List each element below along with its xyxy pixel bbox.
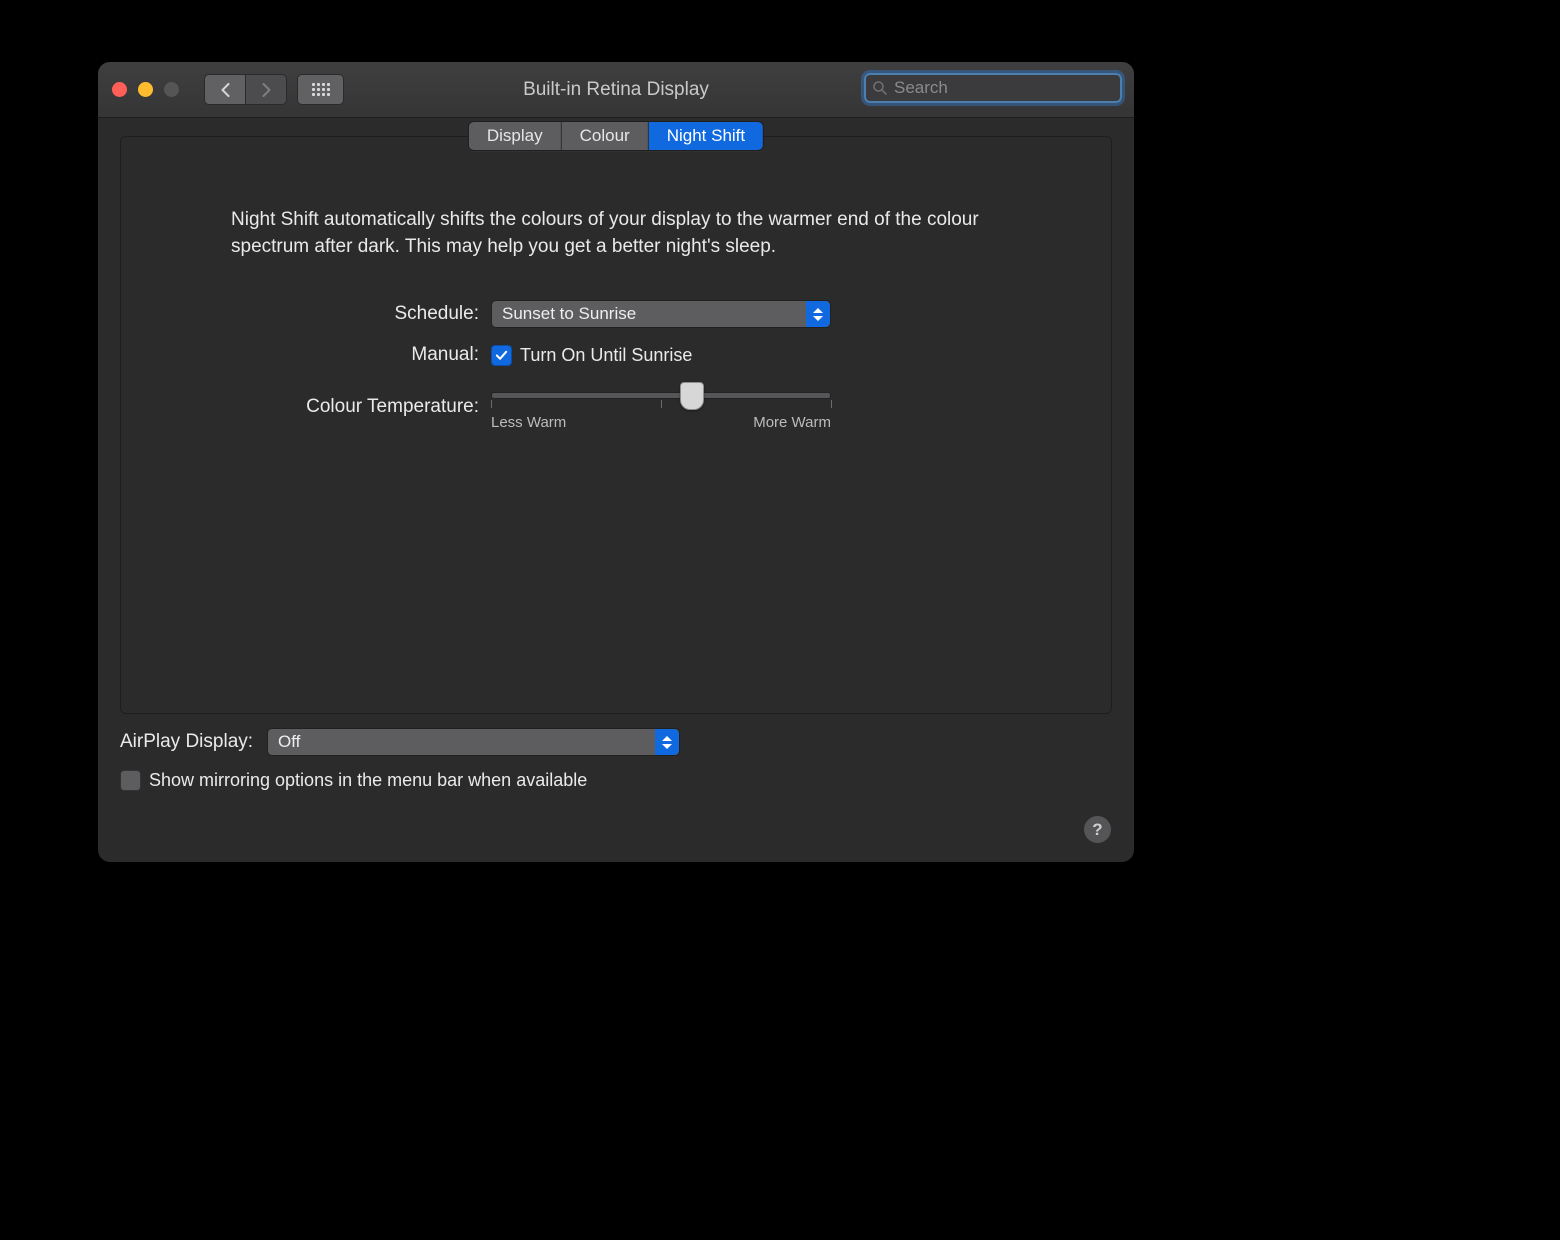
apps-grid-icon [312, 83, 330, 96]
schedule-value: Sunset to Sunrise [502, 304, 636, 324]
checkmark-icon [495, 349, 508, 362]
close-window-button[interactable] [112, 82, 127, 97]
airplay-value: Off [278, 732, 300, 752]
slider-tick [491, 400, 492, 408]
updown-icon [806, 301, 830, 327]
night-shift-description: Night Shift automatically shifts the col… [221, 207, 1011, 260]
minimize-window-button[interactable] [138, 82, 153, 97]
airplay-select[interactable]: Off [267, 728, 680, 756]
schedule-select[interactable]: Sunset to Sunrise [491, 300, 831, 328]
manual-checkbox[interactable] [491, 345, 512, 366]
nav-buttons [204, 74, 287, 105]
temperature-slider[interactable] [491, 382, 831, 408]
chevron-left-icon [220, 83, 231, 97]
chevron-right-icon [261, 83, 272, 97]
preferences-window: Built-in Retina Display Display Colour N… [98, 62, 1134, 862]
tab-bar: Display Colour Night Shift [468, 121, 764, 151]
help-icon: ? [1092, 820, 1102, 840]
tab-display[interactable]: Display [469, 122, 562, 150]
slider-min-label: Less Warm [491, 414, 566, 431]
slider-labels: Less Warm More Warm [491, 414, 831, 431]
content-area: Display Colour Night Shift Night Shift a… [98, 118, 1134, 805]
window-controls [112, 82, 179, 97]
zoom-window-button [164, 82, 179, 97]
help-button[interactable]: ? [1083, 815, 1112, 844]
mirroring-checkbox-label: Show mirroring options in the menu bar w… [149, 770, 587, 791]
tab-night-shift[interactable]: Night Shift [649, 122, 763, 150]
footer: AirPlay Display: Off Show mirroring opti… [120, 728, 1112, 791]
mirroring-checkbox[interactable] [120, 770, 141, 791]
updown-icon [655, 729, 679, 755]
manual-checkbox-label: Turn On Until Sunrise [520, 345, 692, 366]
back-button[interactable] [204, 74, 246, 105]
forward-button[interactable] [246, 74, 287, 105]
slider-tick [831, 400, 832, 408]
search-input[interactable] [892, 77, 1117, 99]
search-field[interactable] [864, 73, 1122, 103]
airplay-label: AirPlay Display: [120, 731, 253, 753]
search-icon [872, 80, 888, 96]
titlebar: Built-in Retina Display [98, 62, 1134, 118]
schedule-label: Schedule: [121, 303, 491, 325]
temperature-label: Colour Temperature: [121, 396, 491, 418]
slider-thumb[interactable] [680, 382, 704, 410]
slider-max-label: More Warm [753, 414, 831, 431]
manual-label: Manual: [121, 344, 491, 366]
settings-panel: Display Colour Night Shift Night Shift a… [120, 136, 1112, 714]
show-all-prefs-button[interactable] [297, 74, 344, 105]
slider-tick [661, 400, 662, 408]
slider-track [491, 392, 831, 399]
tab-colour[interactable]: Colour [562, 122, 649, 150]
